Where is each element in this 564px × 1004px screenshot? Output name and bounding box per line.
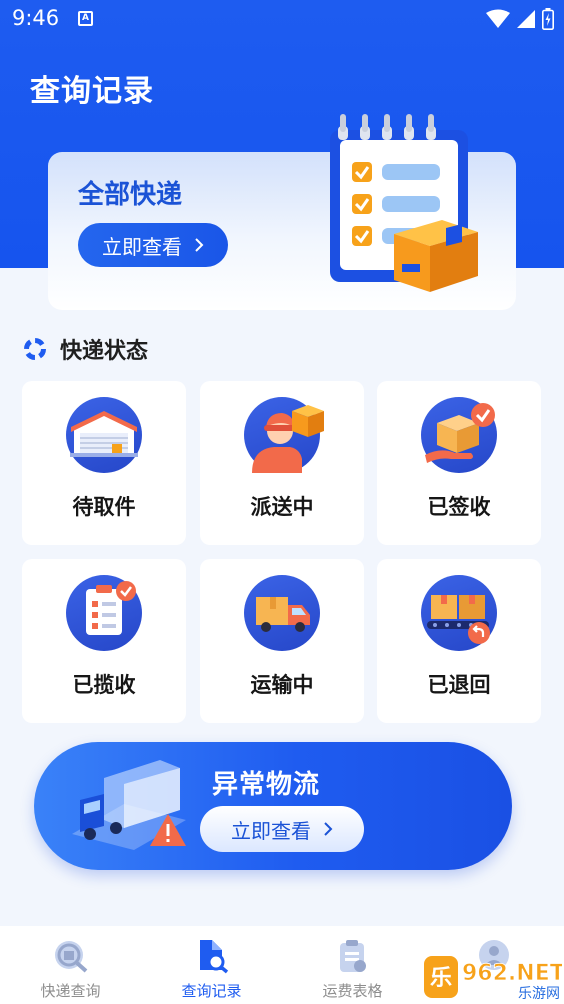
view-abnormal-button-label: 立即查看: [231, 818, 311, 843]
ring-icon: [24, 338, 46, 360]
abnormal-title: 异常物流: [212, 770, 321, 800]
tab-express-query[interactable]: 快递查询: [0, 926, 141, 1004]
record-search-icon: [199, 940, 228, 974]
view-abnormal-button[interactable]: 立即查看: [200, 806, 364, 852]
view-all-button[interactable]: 立即查看: [78, 223, 228, 267]
notification-icon: A: [78, 11, 93, 26]
tab-freight-table[interactable]: 运费表格: [282, 926, 423, 1004]
status-label: 已退回: [427, 673, 491, 697]
warehouse-icon: [66, 397, 142, 473]
tab-query-records[interactable]: 查询记录: [141, 926, 282, 1004]
truck-icon: [244, 575, 320, 651]
tab-label: 运费表格: [322, 982, 383, 1000]
status-card-delivering[interactable]: 派送中: [200, 381, 364, 545]
abnormal-logistics-card[interactable]: 异常物流 立即查看: [34, 742, 512, 870]
status-card-in-transit[interactable]: 运输中: [200, 559, 364, 723]
all-express-title: 全部快递: [78, 180, 183, 210]
status-label: 已签收: [427, 495, 491, 519]
view-all-button-label: 立即查看: [102, 234, 182, 259]
status-time: 9:46: [12, 6, 60, 30]
status-label: 运输中: [250, 673, 314, 697]
cellular-signal-icon: [517, 10, 535, 28]
chevron-right-icon: [324, 822, 333, 836]
page-title: 查询记录: [30, 74, 154, 109]
watermark-logo: 乐 962.NET 乐游网: [424, 956, 562, 1002]
status-card-pending-pickup[interactable]: 待取件: [22, 381, 186, 545]
watermark-subtext: 乐游网: [518, 986, 560, 1002]
status-card-returned[interactable]: 已退回: [377, 559, 541, 723]
system-icons: [486, 8, 554, 30]
clipboard-illustration-icon: [330, 114, 478, 292]
truck-warning-icon: [72, 760, 186, 850]
wifi-icon: [486, 9, 510, 28]
status-label: 派送中: [250, 495, 314, 519]
clipboard-check-icon: [66, 575, 142, 651]
battery-icon: [542, 8, 554, 30]
section-title: 快递状态: [60, 339, 149, 364]
conveyor-return-icon: [421, 575, 497, 651]
tab-label: 快递查询: [40, 982, 101, 1000]
status-bar: 9:46 A: [0, 0, 564, 40]
status-label: 已揽收: [72, 673, 136, 697]
status-card-signed[interactable]: 已签收: [377, 381, 541, 545]
svg-text:乐: 乐: [430, 966, 452, 991]
courier-delivering-icon: [244, 397, 324, 473]
package-signed-icon: [421, 397, 497, 473]
express-search-icon: [54, 941, 87, 973]
chevron-right-icon: [195, 238, 204, 252]
freight-table-icon: [339, 940, 366, 972]
tab-label: 查询记录: [181, 982, 242, 1000]
watermark-text: 962.NET: [462, 961, 562, 986]
section-header: 快递状态: [22, 333, 148, 365]
status-label: 待取件: [72, 495, 136, 519]
status-card-collected[interactable]: 已揽收: [22, 559, 186, 723]
